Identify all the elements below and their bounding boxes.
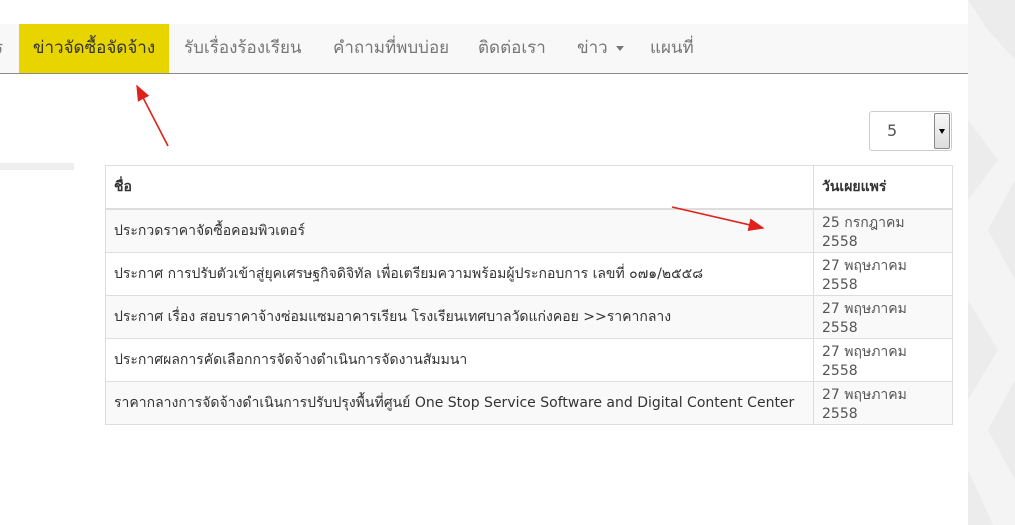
row-title-link[interactable]: ประกาศผลการคัดเลือกการจัดจ้างดำเนินการจั… [105,338,814,382]
column-header-date[interactable]: วันเผยแพร่ [813,165,953,210]
row-date: 27 พฤษภาคม 2558 [813,381,953,425]
table-header-row: ชื่อ วันเผยแพร่ [105,165,953,210]
nav-item-faq[interactable]: คำถามที่พบบ่อย [333,24,449,73]
row-date: 27 พฤษภาคม 2558 [813,338,953,382]
row-title-link[interactable]: ประกาศ การปรับตัวเข้าสู่ยุคเศรษฐกิจดิจิท… [105,252,814,296]
caret-down-icon [615,45,624,51]
arrow-to-nav-icon [136,84,169,147]
nav-item-contact[interactable]: ติดต่อเรา [478,24,546,73]
page-size-select[interactable]: 5 [869,111,952,151]
decorative-side-panel [968,0,1015,525]
main-navbar: ร ข่าวจัดซื้อจัดจ้าง รับเรื่องร้องเรียน … [0,24,968,74]
nav-item-partial[interactable]: ร [0,24,6,73]
table-row: ประกวดราคาจัดซื้อคอมพิวเตอร์ 25 กรกฎาคม … [105,208,953,253]
nav-item-map[interactable]: แผนที่ [650,24,694,73]
row-title-link[interactable]: ประกาศ เรื่อง สอบราคาจ้างซ่อมแซมอาคารเรี… [105,295,814,339]
nav-item-complaints[interactable]: รับเรื่องร้องเรียน [184,24,302,73]
column-header-name[interactable]: ชื่อ [105,165,814,210]
nav-item-news-label: ข่าว [577,38,608,58]
row-date: 27 พฤษภาคม 2558 [813,295,953,339]
table-row: ประกาศ เรื่อง สอบราคาจ้างซ่อมแซมอาคารเรี… [105,295,953,339]
row-title-link[interactable]: ราคากลางการจัดจ้างดำเนินการปรับปรุงพื้นท… [105,381,814,425]
nav-item-procurement-news[interactable]: ข่าวจัดซื้อจัดจ้าง [19,24,169,73]
chevron-down-icon[interactable] [934,113,950,149]
nav-item-news-dropdown[interactable]: ข่าว [577,24,624,73]
row-title-link[interactable]: ประกวดราคาจัดซื้อคอมพิวเตอร์ [105,208,814,253]
table-row: ประกาศผลการคัดเลือกการจัดจ้างดำเนินการจั… [105,338,953,382]
row-date: 27 พฤษภาคม 2558 [813,252,953,296]
row-date: 25 กรกฎาคม 2558 [813,208,953,253]
table-row: ประกาศ การปรับตัวเข้าสู่ยุคเศรษฐกิจดิจิท… [105,252,953,296]
table-row: ราคากลางการจัดจ้างดำเนินการปรับปรุงพื้นท… [105,381,953,425]
sidebar-fragment [0,163,74,170]
page-size-value: 5 [887,121,898,140]
procurement-table: ชื่อ วันเผยแพร่ ประกวดราคาจัดซื้อคอมพิวเ… [105,165,953,425]
